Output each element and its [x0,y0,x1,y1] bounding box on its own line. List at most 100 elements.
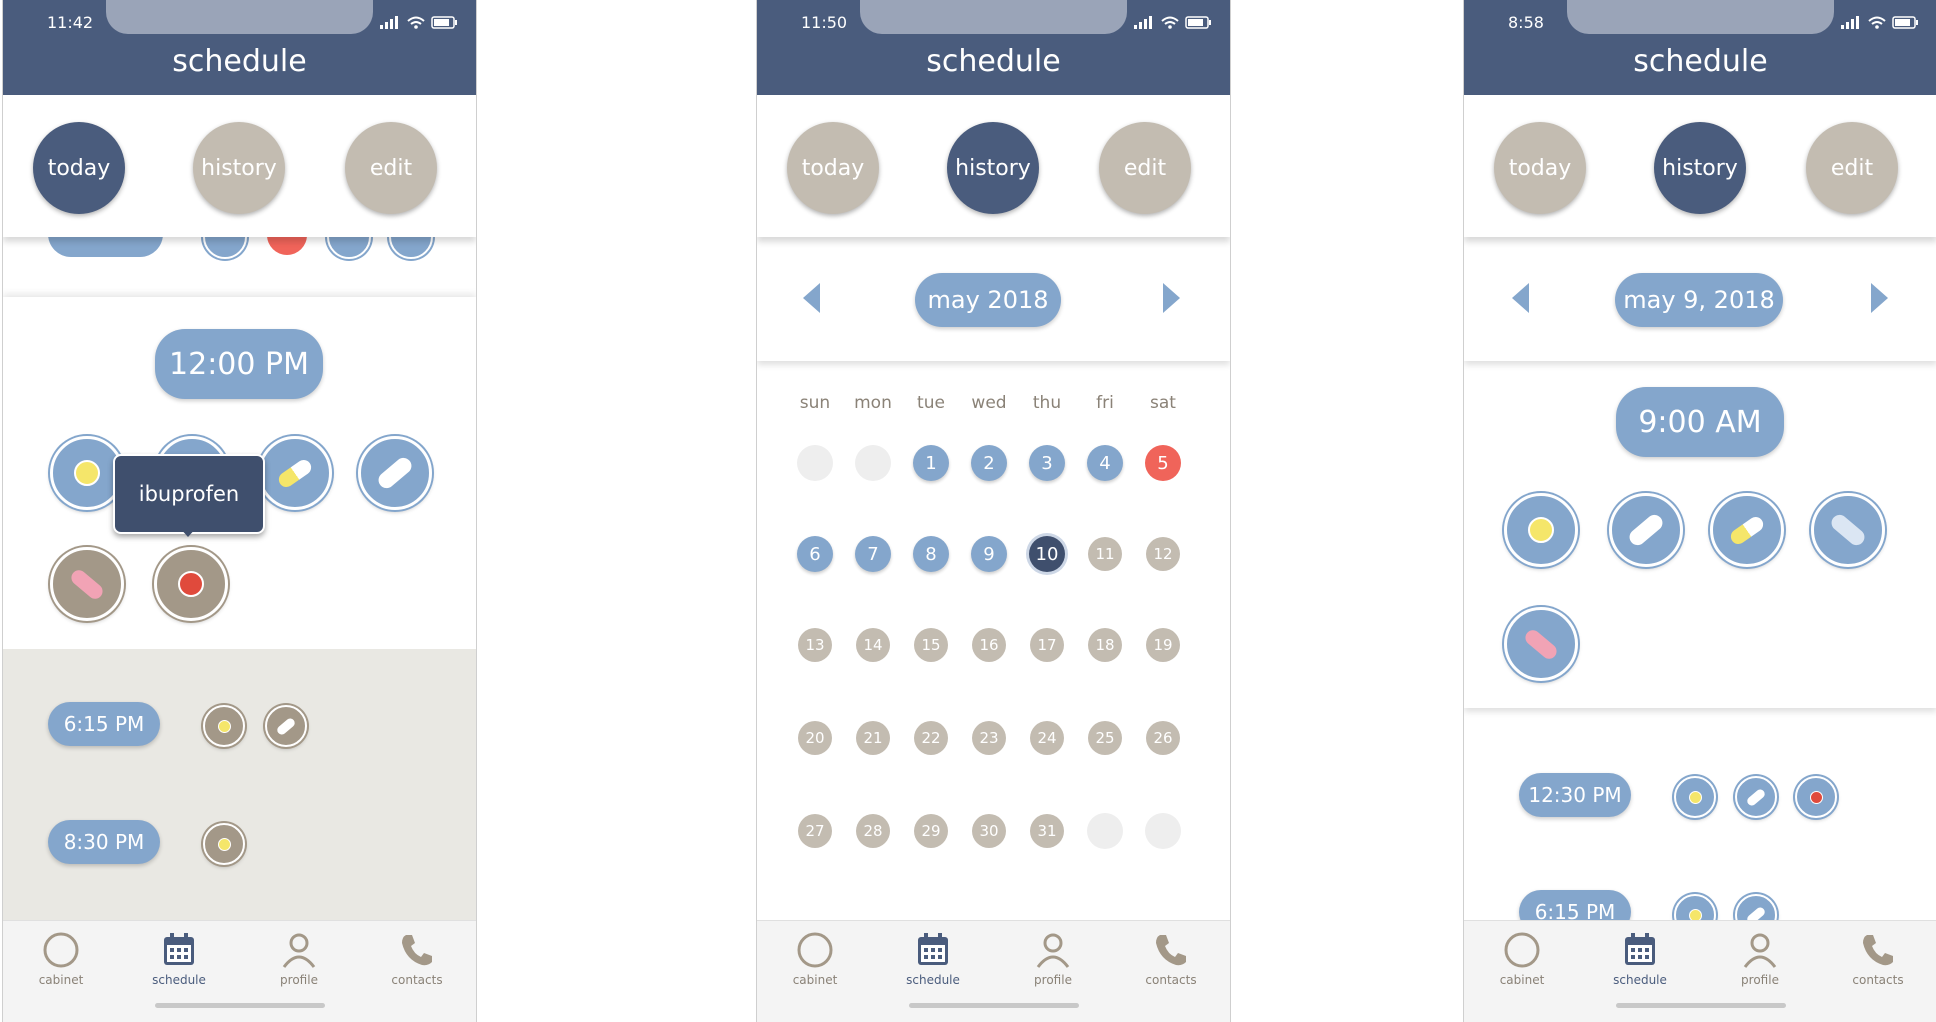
chevron-right-icon[interactable] [1870,283,1888,313]
page-title: schedule [172,44,307,79]
nav-profile[interactable]: profile [1710,931,1810,987]
tooltip-label: ibuprofen [138,482,240,506]
calendar-day[interactable]: 6 [797,536,833,572]
nav-schedule[interactable]: schedule [883,931,983,987]
red-pill-icon [178,571,204,597]
nav-cabinet[interactable]: cabinet [11,931,111,987]
calendar-day-future[interactable]: 29 [914,814,948,848]
tab-history[interactable]: history [947,122,1039,214]
calendar-day[interactable]: 4 [1087,445,1123,481]
calendar-day[interactable]: 9 [971,536,1007,572]
pill-button[interactable] [1674,894,1716,920]
status-time: 8:58 [1508,13,1544,32]
calendar-day-future[interactable]: 30 [972,814,1006,848]
calendar-day-future[interactable]: 23 [972,721,1006,755]
pill-button[interactable] [258,436,332,510]
header: 8:58 schedule [1464,0,1936,95]
tab-today[interactable]: today [787,122,879,214]
calendar-icon [1625,933,1655,965]
status-icons [1841,16,1918,29]
nav-schedule[interactable]: schedule [129,931,229,987]
nav-cabinet[interactable]: cabinet [765,931,865,987]
current-time-pill: 12:00 PM [155,329,323,399]
tab-history[interactable]: history [1654,122,1746,214]
calendar-day[interactable]: 8 [913,536,949,572]
nav-cabinet[interactable]: cabinet [1472,931,1572,987]
calendar-empty-cell [797,445,833,481]
nav-schedule[interactable]: schedule [1590,931,1690,987]
calendar-day[interactable]: 3 [1029,445,1065,481]
current-dose-card: 12:00 PM ibuprofen [3,297,476,649]
tab-today[interactable]: today [1494,122,1586,214]
calendar-day-future[interactable]: 22 [914,721,948,755]
calendar-day-future[interactable]: 18 [1088,628,1122,662]
nav-contacts[interactable]: contacts [367,931,467,987]
calendar-day[interactable]: 7 [855,536,891,572]
calendar-day-future[interactable]: 16 [972,628,1006,662]
nav-label: schedule [152,973,206,987]
calendar-day-future[interactable]: 28 [856,814,890,848]
calendar-icon [164,933,194,965]
nav-contacts[interactable]: contacts [1121,931,1221,987]
calendar-day[interactable]: 2 [971,445,1007,481]
phone-icon [1863,935,1893,966]
pill-button[interactable] [1674,776,1716,818]
calendar-day-future[interactable]: 17 [1030,628,1064,662]
nav-profile[interactable]: profile [249,931,349,987]
tab-today[interactable]: today [33,122,125,214]
bottom-nav: cabinet schedule profile contacts [757,920,1230,1022]
pill-button[interactable] [1735,776,1777,818]
pill-button-taken[interactable] [203,823,245,865]
yellow-capsule-icon [275,456,315,490]
calendar-day-selected[interactable]: 10 [1029,536,1065,572]
chevron-right-icon[interactable] [1162,283,1180,313]
calendar-day-future[interactable]: 13 [798,628,832,662]
home-indicator [1616,1003,1786,1008]
calendar-day-future[interactable]: 27 [798,814,832,848]
tab-edit[interactable]: edit [1806,122,1898,214]
calendar-day-future[interactable]: 26 [1146,721,1180,755]
calendar-day-future[interactable]: 15 [914,628,948,662]
pill-button-taken[interactable] [154,547,228,621]
notch [1567,0,1834,34]
tab-edit[interactable]: edit [1099,122,1191,214]
calendar-day-future[interactable]: 24 [1030,721,1064,755]
calendar-day[interactable]: 1 [913,445,949,481]
pill-button-taken[interactable] [265,705,307,747]
status-time: 11:42 [47,13,94,32]
calendar-day-future[interactable]: 11 [1088,537,1122,571]
calendar-day-future[interactable]: 21 [856,721,890,755]
month-pill: may 2018 [915,273,1061,327]
calendar-day-missed[interactable]: 5 [1145,445,1181,481]
dose-card: 9:00 AM [1464,361,1936,708]
pill-button[interactable] [1795,776,1837,818]
weekday-label: tue [917,393,945,413]
pill-button[interactable] [1609,493,1683,567]
nav-profile[interactable]: profile [1003,931,1103,987]
pill-button-taken[interactable] [203,705,245,747]
calendar-day-future[interactable]: 25 [1088,721,1122,755]
chevron-left-icon[interactable] [1512,283,1530,313]
calendar-day-future[interactable]: 19 [1146,628,1180,662]
nav-label: cabinet [38,973,84,987]
pill-button[interactable] [1504,493,1578,567]
notch [106,0,373,34]
tab-edit[interactable]: edit [345,122,437,214]
tab-bar: today history edit [3,95,476,237]
yellow-pill-icon [74,460,100,486]
calendar-day-future[interactable]: 31 [1030,814,1064,848]
pill-button[interactable] [358,436,432,510]
pill-button[interactable] [1735,894,1777,920]
status-icons [380,16,457,29]
pill-button[interactable] [1710,493,1784,567]
calendar-day-future[interactable]: 20 [798,721,832,755]
calendar-day-future[interactable]: 12 [1146,537,1180,571]
chevron-left-icon[interactable] [803,283,821,313]
tab-history[interactable]: history [193,122,285,214]
calendar-day-future[interactable]: 14 [856,628,890,662]
pill-button[interactable] [1811,493,1885,567]
pill-button[interactable] [1504,607,1578,681]
nav-contacts[interactable]: contacts [1828,931,1928,987]
nav-label: schedule [1613,973,1667,987]
pill-button-taken[interactable] [50,547,124,621]
